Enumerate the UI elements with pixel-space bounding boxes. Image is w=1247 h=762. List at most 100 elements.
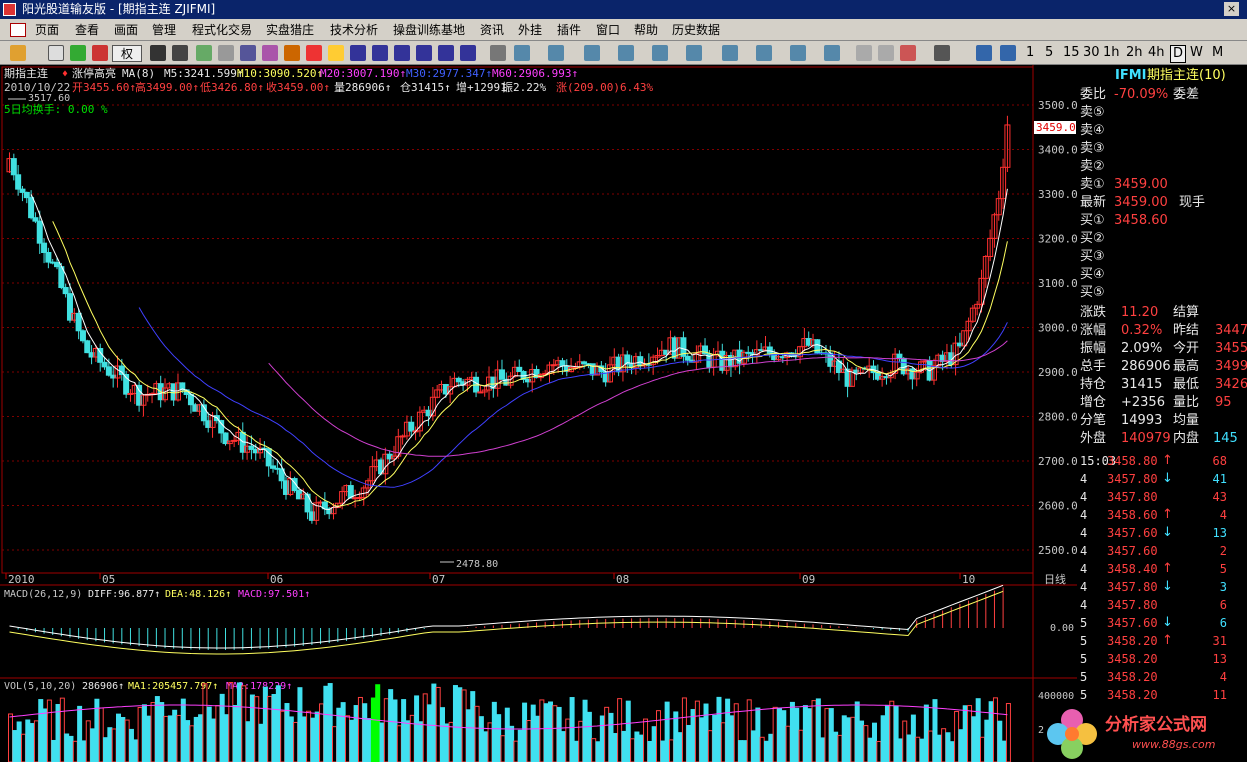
line-tool-icon[interactable]: [514, 45, 530, 61]
rect-tool-icon[interactable]: [722, 45, 738, 61]
move-icon[interactable]: [70, 45, 86, 61]
fan-tool-icon[interactable]: [618, 45, 634, 61]
alarm-icon[interactable]: [284, 45, 300, 61]
sell-level-2: 卖②: [1080, 159, 1105, 174]
menu-hunt[interactable]: 实盘猎庄: [266, 19, 314, 41]
layout5-icon[interactable]: [438, 45, 454, 61]
copy-icon[interactable]: [218, 45, 234, 61]
cursor-icon[interactable]: [490, 45, 506, 61]
menu-tech-analysis[interactable]: 技术分析: [330, 19, 378, 41]
vol-bar: [154, 696, 160, 762]
cube-icon[interactable]: [196, 45, 212, 61]
eraser-icon[interactable]: [856, 45, 872, 61]
vol-bar: [552, 705, 558, 762]
zoom-out-icon[interactable]: [172, 45, 188, 61]
period-chart-icon[interactable]: [976, 45, 992, 61]
ellipse-tool-icon[interactable]: [756, 45, 772, 61]
vol-bar: [988, 701, 994, 762]
period-4h[interactable]: 4h: [1148, 45, 1165, 61]
tick-price-3: 3458.60: [1107, 508, 1158, 522]
vol-bar: [38, 699, 44, 762]
toolbar: 权 1 5 15 30 1h 2h 4h D W M: [0, 41, 1247, 65]
weibi-value: -70.09%: [1114, 87, 1169, 102]
period-M[interactable]: M: [1212, 45, 1223, 61]
period-2h[interactable]: 2h: [1126, 45, 1143, 61]
period-30[interactable]: 30: [1083, 45, 1100, 61]
menu-help[interactable]: 帮助: [634, 19, 658, 41]
pen-icon[interactable]: [328, 45, 344, 61]
tick-dir-9: ↓: [1162, 615, 1173, 630]
vol-ma2: MA2:178229↑: [226, 681, 292, 692]
period-5[interactable]: 5: [1045, 45, 1053, 61]
period-W[interactable]: W: [1190, 45, 1203, 61]
layout3-icon[interactable]: [394, 45, 410, 61]
menu-history[interactable]: 历史数据: [672, 19, 720, 41]
layout1-icon[interactable]: [350, 45, 366, 61]
pencil-icon[interactable]: [878, 45, 894, 61]
rsi-icon[interactable]: [48, 45, 64, 61]
menu-training[interactable]: 操盘训练基地: [393, 19, 465, 41]
menu-program-trading[interactable]: 程式化交易: [192, 19, 252, 41]
folder-icon[interactable]: [10, 45, 26, 61]
mark-tool-icon[interactable]: [824, 45, 840, 61]
text-tool-icon[interactable]: [790, 45, 806, 61]
save-icon[interactable]: [934, 45, 950, 61]
menu-view[interactable]: 查看: [75, 19, 99, 41]
price-tick-label: 3200.0: [1038, 233, 1077, 246]
vol-bar: [794, 707, 800, 762]
menu-plugins[interactable]: 插件: [557, 19, 581, 41]
hline-tool-icon[interactable]: [548, 45, 564, 61]
sell-price-1: 3459.00: [1114, 177, 1168, 192]
period-15[interactable]: 15: [1063, 45, 1080, 61]
vol-bar: [68, 735, 74, 762]
period-chart2-icon[interactable]: [1000, 45, 1016, 61]
vline-tool-icon[interactable]: [584, 45, 600, 61]
vol-bar: [51, 739, 57, 762]
parallel-tool-icon[interactable]: [686, 45, 702, 61]
period-1[interactable]: 1: [1026, 45, 1034, 61]
kline-chart[interactable]: 3500.0 3400.0 3300.0 3200.0 3100.0 3000.0 2900…: [0, 65, 1077, 762]
tick-vol-10: 31: [1212, 634, 1227, 648]
menu-news[interactable]: 资讯: [480, 19, 504, 41]
tick-vol-7: 3: [1219, 580, 1227, 594]
vol-bar: [867, 737, 873, 762]
zoom-in-icon[interactable]: [150, 45, 166, 61]
vol-bar: [941, 728, 947, 762]
vol-bar: [910, 714, 916, 762]
period-1h[interactable]: 1h: [1103, 45, 1120, 61]
layout2-icon[interactable]: [372, 45, 388, 61]
period-D[interactable]: D: [1170, 45, 1187, 63]
stat-value-4: 31415: [1121, 377, 1163, 392]
date-tick-label: 08: [616, 573, 629, 586]
close-icon[interactable]: ×: [1224, 2, 1239, 16]
vol-bar: [720, 722, 726, 762]
candle-body: [684, 355, 691, 361]
weicha-label: 委差: [1173, 87, 1200, 102]
menu-plugins-ext[interactable]: 外挂: [518, 19, 542, 41]
vol-bar: [1001, 740, 1007, 762]
menu-manage[interactable]: 管理: [152, 19, 176, 41]
menu-window[interactable]: 窗口: [596, 19, 620, 41]
rights-select[interactable]: 权: [112, 45, 142, 62]
macd-label: MACD(26,12,9): [4, 589, 82, 600]
app-menu-icon[interactable]: [10, 23, 26, 37]
bell-icon[interactable]: [306, 45, 322, 61]
layout4-icon[interactable]: [416, 45, 432, 61]
tick-price-8: 3457.80: [1107, 598, 1158, 612]
vol-bar: [811, 700, 817, 762]
channel-tool-icon[interactable]: [652, 45, 668, 61]
menu-canvas[interactable]: 画面: [114, 19, 138, 41]
menu-page[interactable]: 页面: [35, 19, 59, 41]
price-tick-label: 3000.0: [1038, 322, 1077, 335]
candle-body: [766, 346, 773, 354]
stat-label-5: 增仓: [1080, 395, 1107, 410]
color-grid-icon[interactable]: [900, 45, 916, 61]
highlight-marker-icon: ♦: [62, 69, 68, 80]
book-icon[interactable]: [240, 45, 256, 61]
layout6-icon[interactable]: [460, 45, 476, 61]
vol-bar: [448, 721, 454, 762]
swap-icon[interactable]: [92, 45, 108, 61]
chart-icon[interactable]: [262, 45, 278, 61]
vol-bar: [491, 701, 497, 762]
vol-bar: [120, 716, 126, 762]
